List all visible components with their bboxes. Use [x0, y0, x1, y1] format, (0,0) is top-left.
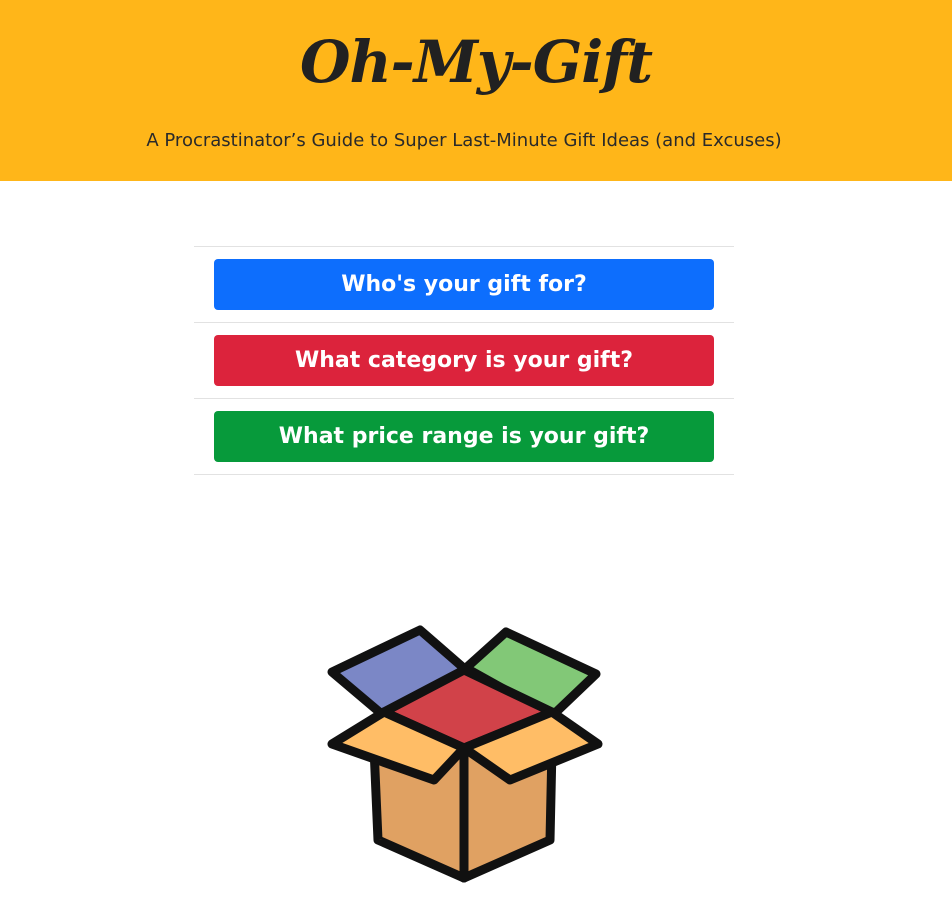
list-item: Who's your gift for? [194, 247, 734, 323]
question-list: Who's your gift for? What category is yo… [194, 246, 734, 475]
gift-for-button[interactable]: Who's your gift for? [214, 259, 714, 310]
list-item: What price range is your gift? [194, 399, 734, 475]
list-item: What category is your gift? [194, 323, 734, 399]
brand-logo-text[interactable]: Oh-My-Gift [0, 22, 952, 102]
tagline: A Procrastinator’s Guide to Super Last-M… [146, 130, 782, 151]
site-header: Oh-My-Gift A Procrastinator’s Guide to S… [0, 0, 952, 181]
gift-price-range-button[interactable]: What price range is your gift? [214, 411, 714, 462]
gift-category-button[interactable]: What category is your gift? [214, 335, 714, 386]
open-gift-box-icon [327, 625, 603, 883]
